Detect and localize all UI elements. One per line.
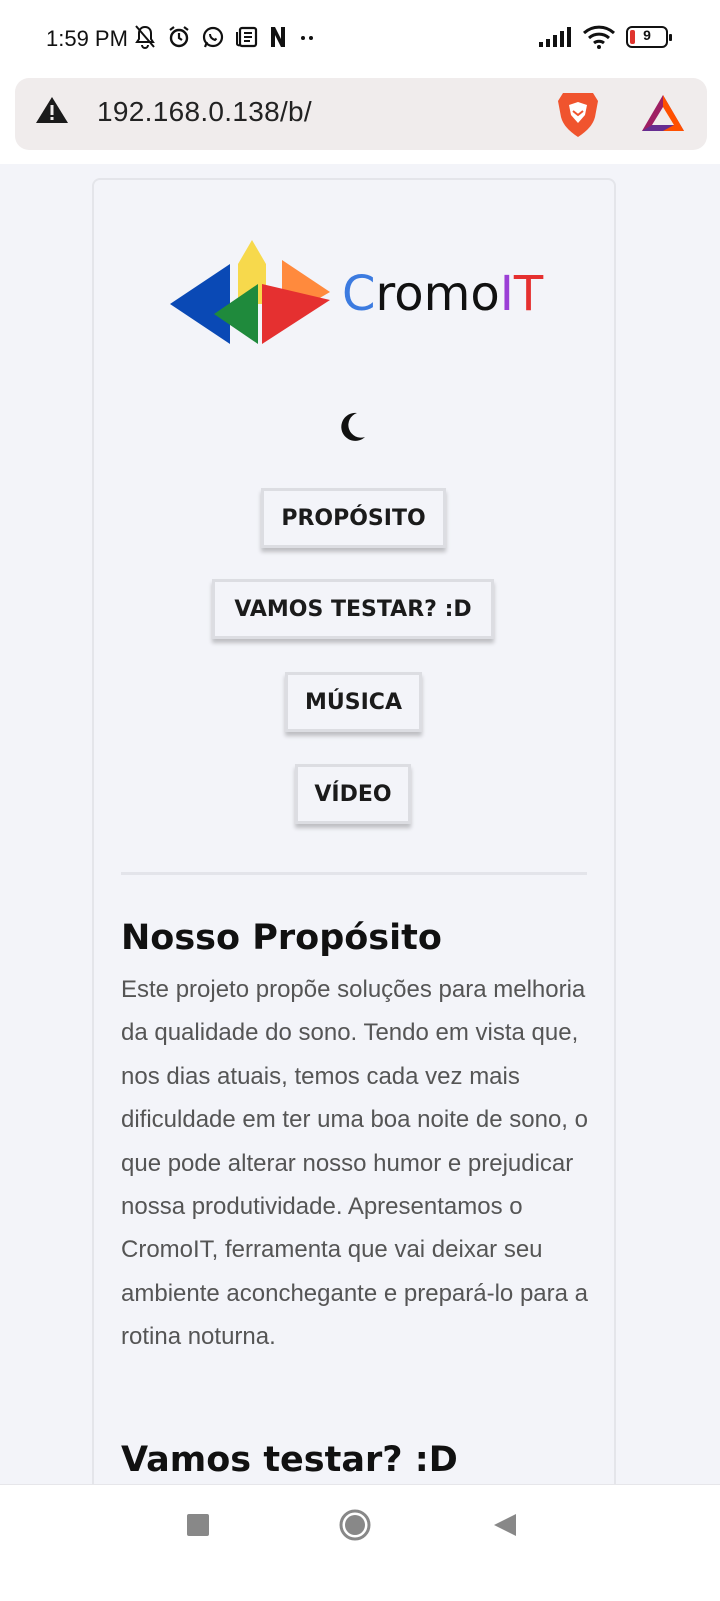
mute-icon [135,25,155,49]
back-triangle-icon[interactable] [492,1512,518,1538]
purpose-heading: Nosso Propósito [121,918,442,958]
whatsapp-icon [202,26,224,48]
bat-rewards-icon[interactable] [640,93,686,133]
battery-percent: 9 [643,27,651,43]
nav-button-proposito[interactable]: PROPÓSITO [261,488,446,548]
recents-square-icon[interactable] [187,1514,209,1536]
purpose-text: Este projeto propõe soluções para melhor… [121,976,588,1351]
system-navigation-bar [0,1484,720,1601]
cromoit-logo-icon [170,240,330,344]
signal-icon [539,27,571,47]
more-dots-icon [301,36,313,40]
status-bar: 1:59 PM 9 [0,0,720,78]
warning-icon[interactable] [35,95,69,125]
address-bar[interactable]: 192.168.0.138/b/ [15,78,707,150]
alarm-icon [169,26,189,48]
nav-button-video[interactable]: VÍDEO [295,764,411,824]
browser-toolbar: 192.168.0.138/b/ [0,78,720,164]
system-indicators: 9 [538,24,672,50]
status-time: 1:59 PM [46,26,128,51]
url-text[interactable]: 192.168.0.138/b/ [97,96,312,128]
battery-icon: 9 [626,26,672,48]
moon-icon[interactable] [337,410,367,444]
news-icon [236,26,258,48]
notification-icons [133,24,319,50]
logo-wordmark: CromoIT [342,266,544,322]
test-heading: Vamos testar? :D [121,1440,458,1480]
brave-lion-icon[interactable] [555,89,601,139]
netflix-icon [271,27,285,47]
section-divider [121,872,587,875]
nav-button-vamos-testar[interactable]: VAMOS TESTAR? :D [212,579,494,639]
nav-button-musica[interactable]: MÚSICA [285,672,422,732]
home-circle-icon[interactable] [338,1508,372,1542]
wifi-icon [582,25,616,49]
